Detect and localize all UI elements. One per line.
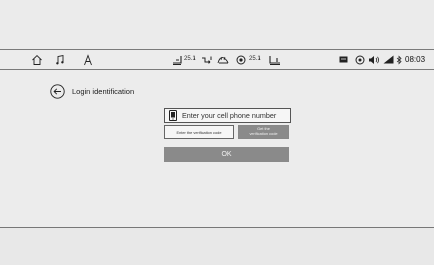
phone-number-placeholder: Enter your cell phone number [182,111,277,120]
top-blank-area [0,0,434,49]
seat-heat-right-icon[interactable] [268,53,282,66]
status-bar: 25.1 ⅰ 25.1 ⅰ 08:03 [0,49,434,70]
navigation-icon[interactable] [82,53,94,66]
verification-code-input[interactable]: Enter the verification code [164,125,234,139]
temp-unit-right: ⅰ [259,56,261,62]
signal-icon [382,53,394,66]
back-button[interactable] [50,84,65,99]
fan-icon[interactable] [216,53,230,66]
message-icon[interactable] [338,53,348,66]
bottom-blank-area [0,228,434,265]
phone-icon [168,110,178,121]
location-icon[interactable] [354,53,365,66]
get-verification-code-label: Get the verification code [249,126,278,136]
login-panel: Login identification Enter your cell pho… [0,70,434,227]
airflow-icon[interactable] [201,53,213,66]
seat-heat-left-icon[interactable] [171,53,183,66]
volume-icon[interactable] [368,53,380,66]
phone-number-input[interactable]: Enter your cell phone number [164,108,291,123]
bluetooth-icon[interactable] [395,53,403,66]
get-verification-code-button[interactable]: Get the verification code [238,125,289,139]
app-screen: 25.1 ⅰ 25.1 ⅰ 08:03 Login identification… [0,0,434,265]
clock: 08:03 [405,55,426,64]
ac-icon[interactable] [235,53,246,66]
page-title: Login identification [72,87,135,96]
back-arrow-icon [50,84,65,99]
ok-button-label: OK [221,151,232,158]
verification-code-placeholder: Enter the verification code [176,129,222,135]
temp-unit-left: ⅰ [194,56,196,62]
music-icon[interactable] [54,53,66,66]
ok-button[interactable]: OK [164,147,289,162]
home-icon[interactable] [30,53,44,66]
